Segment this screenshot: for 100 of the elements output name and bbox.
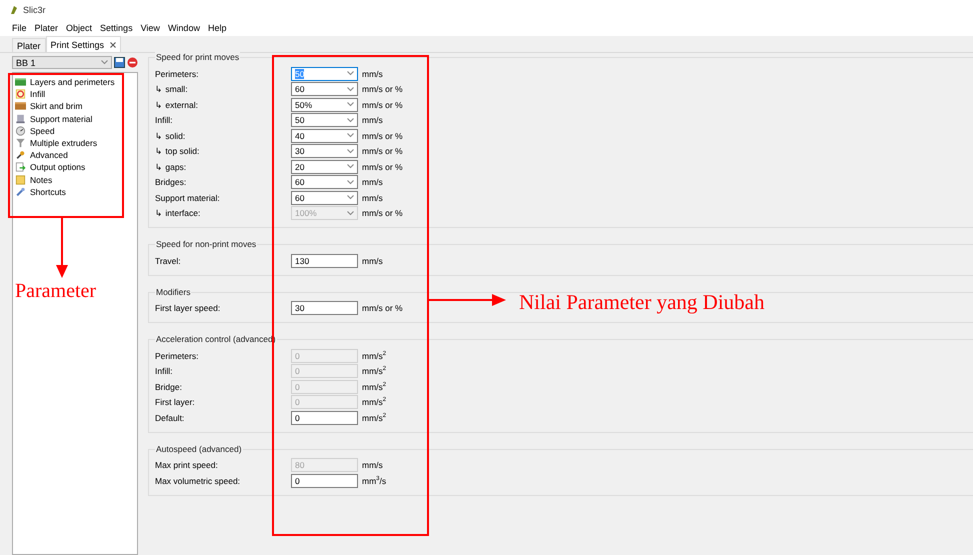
menu-item[interactable]: Window — [164, 23, 204, 33]
input-field[interactable]: 0 — [291, 410, 358, 425]
input-field[interactable]: 0 — [291, 474, 358, 488]
combo-field[interactable]: 30 — [291, 144, 358, 158]
menu-item[interactable]: File — [8, 23, 31, 33]
caret-icon — [347, 102, 354, 108]
app-logo-icon — [10, 5, 18, 15]
caret-icon — [347, 180, 354, 185]
unit-label: mm/s$^{2}$ — [362, 412, 386, 423]
input-field[interactable]: 130 — [291, 254, 358, 268]
group-title: Speed for non-print moves — [155, 239, 258, 249]
funnel-icon — [15, 138, 26, 148]
caret-icon — [347, 195, 354, 200]
field-label: Bridge: — [155, 382, 183, 392]
field-label: Perimeters: — [155, 68, 200, 79]
close-icon[interactable] — [110, 42, 116, 48]
field-label: First layer: — [155, 397, 196, 408]
caret-icon — [347, 164, 354, 170]
brick-icon — [15, 101, 26, 112]
field-label: Bridges: — [155, 177, 188, 188]
combo-field[interactable]: 50 — [291, 113, 358, 128]
save-icon[interactable] — [114, 57, 125, 68]
tree-item[interactable]: Multiple extruders — [15, 136, 135, 150]
note-icon — [15, 174, 26, 185]
menu-item[interactable]: View — [136, 23, 164, 33]
caret-icon — [347, 210, 354, 216]
unit-label: mm/s — [362, 177, 383, 188]
annotation-label: Nilai Parameter yang Diubah — [519, 290, 764, 315]
unit-label: mm/s or % — [362, 100, 403, 110]
unit-label: mm/s$^{2}$ — [362, 397, 386, 408]
unit-label: mm/s — [362, 68, 383, 79]
combo-field[interactable]: 60 — [291, 82, 358, 96]
tree-item[interactable]: Skirt and brim — [15, 100, 135, 113]
field-label: Travel: — [155, 256, 182, 266]
infill-icon — [15, 89, 26, 100]
tab[interactable]: Print Settings — [46, 36, 122, 52]
unit-label: mm/s — [362, 460, 383, 470]
tree-item[interactable]: Support material — [15, 112, 135, 125]
export-icon — [15, 162, 26, 172]
field-label: ↳ gaps: — [155, 162, 188, 172]
tree-item[interactable]: Output options — [15, 161, 135, 174]
combo-field[interactable]: 50% — [291, 98, 358, 112]
combo-field[interactable]: 20 — [291, 160, 358, 174]
group-title: Modifiers — [155, 286, 192, 296]
field-label: Max print speed: — [155, 460, 219, 470]
wrench-icon — [15, 186, 26, 197]
caret-icon — [347, 71, 354, 76]
layers-icon — [15, 77, 26, 88]
annotation-label: Parameter — [15, 280, 96, 303]
tab[interactable]: Plater — [12, 38, 46, 52]
group-title: Speed for print moves — [155, 52, 240, 62]
gauge-icon — [15, 126, 26, 136]
unit-label: mm/s$^{2}$ — [362, 350, 386, 361]
menu-item[interactable]: Object — [62, 23, 96, 33]
unit-label: mm/s — [362, 256, 383, 266]
menu-item[interactable]: Help — [204, 23, 230, 33]
unit-label: mm/s — [362, 115, 383, 126]
field-label: ↳ solid: — [155, 130, 186, 141]
field-label: Infill: — [155, 366, 174, 376]
unit-label: mm/s — [362, 192, 383, 203]
field-label: Default: — [155, 412, 186, 423]
caret-icon — [347, 118, 354, 123]
unit-label: mm$^{3}$/s — [362, 476, 386, 486]
unit-label: mm/s or % — [362, 303, 403, 314]
preset-dropdown[interactable]: BB 1 — [12, 56, 112, 69]
unit-label: mm/s or % — [362, 162, 403, 172]
tree-item[interactable]: Speed — [15, 124, 135, 137]
field-label: ↳ top solid: — [155, 146, 200, 156]
wrench-icon — [15, 150, 26, 160]
unit-label: mm/s$^{2}$ — [362, 366, 386, 376]
unit-label: mm/s or % — [362, 130, 403, 141]
caret-icon — [347, 133, 354, 138]
field-label: Infill: — [155, 115, 174, 126]
delete-icon[interactable] — [127, 57, 138, 68]
tree-item[interactable]: Shortcuts — [15, 186, 135, 198]
field-label: Support material: — [155, 192, 221, 203]
unit-label: mm/s or % — [362, 146, 403, 156]
tree-item[interactable]: Layers and perimeters — [15, 76, 135, 88]
support-icon — [15, 114, 26, 124]
unit-label: mm/s or % — [362, 208, 403, 218]
tree-item[interactable]: Notes — [15, 174, 135, 186]
combo-field[interactable]: 60 — [291, 175, 358, 190]
combo-field[interactable]: 60 — [291, 190, 358, 205]
window-title: Slic3r — [23, 5, 46, 15]
field-label: First layer speed: — [155, 303, 222, 314]
field-label: Perimeters: — [155, 350, 200, 361]
unit-label: mm/s or % — [362, 84, 403, 94]
caret-icon — [347, 86, 354, 92]
tree-item[interactable]: Advanced — [15, 149, 135, 162]
field-label: ↳ small: — [155, 84, 189, 94]
menu-item[interactable]: Plater — [30, 23, 62, 33]
tree-item[interactable]: Infill — [15, 88, 135, 100]
unit-label: mm/s$^{2}$ — [362, 382, 386, 392]
field-label: ↳ external: — [155, 100, 199, 110]
input-field[interactable]: 30 — [291, 301, 358, 316]
field-label: Max volumetric speed: — [155, 476, 242, 486]
field-label: ↳ interface: — [155, 208, 202, 218]
group-title: Autospeed (advanced) — [155, 444, 243, 454]
combo-field[interactable]: 40 — [291, 128, 358, 143]
menu-item[interactable]: Settings — [96, 23, 137, 33]
